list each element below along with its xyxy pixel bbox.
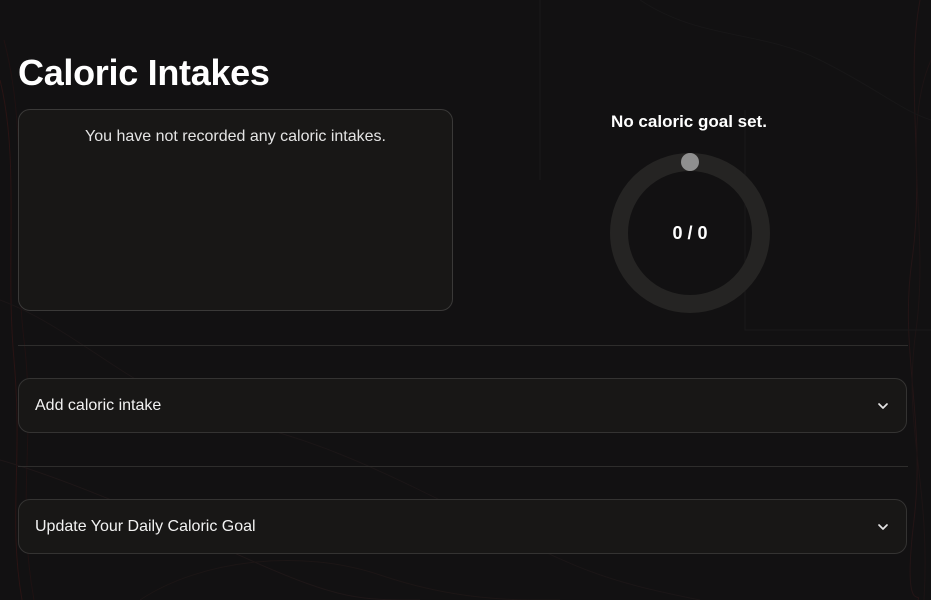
- goal-progress-value: 0 / 0: [672, 223, 708, 243]
- chevron-down-icon: [878, 403, 888, 409]
- accordion-label: Add caloric intake: [35, 397, 162, 414]
- empty-intakes-message: You have not recorded any caloric intake…: [85, 128, 386, 145]
- section-divider: [18, 466, 908, 467]
- caloric-intakes-list: You have not recorded any caloric intake…: [18, 109, 453, 311]
- section-divider: [18, 345, 908, 346]
- goal-status-text: No caloric goal set.: [611, 112, 767, 131]
- chevron-down-icon: [878, 524, 888, 530]
- add-caloric-intake-accordion[interactable]: Add caloric intake: [18, 378, 907, 433]
- accordion-label: Update Your Daily Caloric Goal: [35, 518, 256, 535]
- update-daily-goal-accordion[interactable]: Update Your Daily Caloric Goal: [18, 499, 907, 554]
- page-title: Caloric Intakes: [18, 52, 270, 93]
